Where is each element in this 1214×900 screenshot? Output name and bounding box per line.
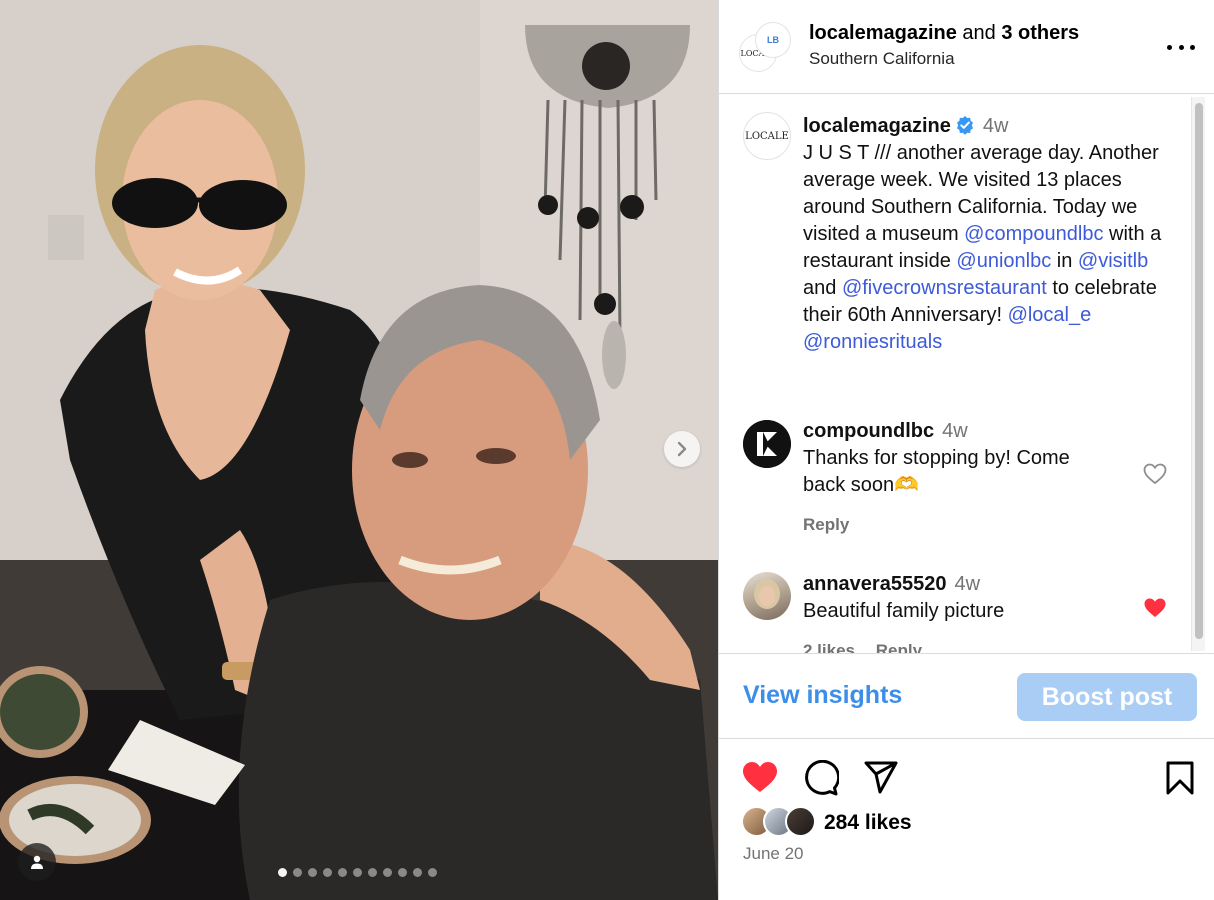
comment-icon[interactable] <box>803 760 839 796</box>
meta-separator <box>863 641 868 653</box>
user-tag-icon <box>31 855 43 869</box>
carousel-dot <box>383 868 392 877</box>
carousel-dot <box>413 868 422 877</box>
mention-link[interactable]: @visitlb <box>1078 250 1148 272</box>
verified-badge-icon <box>956 116 973 135</box>
comment-meta: Reply <box>803 511 1175 538</box>
carousel-dot <box>398 868 407 877</box>
comment-username[interactable]: annavera55520 <box>803 573 946 595</box>
photo-scene <box>0 0 718 900</box>
carousel-dot <box>323 868 332 877</box>
caption-avatar[interactable]: LOCALE <box>743 112 791 160</box>
tagged-users-button[interactable] <box>18 843 56 881</box>
annavera-photo <box>754 579 780 609</box>
likes-count[interactable]: 284 likes <box>824 811 912 835</box>
reply-button[interactable]: Reply <box>876 641 922 653</box>
mention-link[interactable]: @ronniesrituals <box>803 331 942 353</box>
caption-logo-text: LOCALE <box>745 130 789 142</box>
post-sidebar: LOCALE LB localemagazine and 3 others So… <box>718 0 1214 900</box>
carousel-dot <box>353 868 362 877</box>
carousel-dot <box>293 868 302 877</box>
mention-link[interactable]: @compoundlbc <box>964 223 1103 245</box>
carousel-dot <box>308 868 317 877</box>
collab-avatars[interactable]: LOCALE LB <box>739 22 793 74</box>
mention-link[interactable]: @fivecrownsrestaurant <box>842 277 1047 299</box>
commenter-avatar[interactable] <box>743 420 791 468</box>
caption-text-block: localemagazine 4w J U S T /// another av… <box>803 113 1175 356</box>
post-header: LOCALE LB localemagazine and 3 others So… <box>719 0 1214 94</box>
insights-bar: View insights Boost post <box>719 653 1214 739</box>
boost-post-button[interactable]: Boost post <box>1017 673 1197 721</box>
owner-username[interactable]: localemagazine <box>809 22 957 44</box>
collab-joiner: and <box>962 22 996 44</box>
comment-time: 4w <box>942 420 968 442</box>
view-insights-link[interactable]: View insights <box>743 681 902 710</box>
carousel-dot <box>368 868 377 877</box>
comments-scrollbar[interactable] <box>1191 97 1205 651</box>
comments-scroll-area[interactable]: LOCALE localemagazine 4w J U S T /// ano… <box>719 95 1214 653</box>
collab-logo-text: LB <box>767 35 779 45</box>
scrollbar-thumb[interactable] <box>1195 103 1203 639</box>
more-dot <box>1178 44 1184 50</box>
comment-body: annavera55520 4w Beautiful family picture… <box>803 571 1175 653</box>
caption-body: J U S T /// another average day. Another… <box>803 140 1175 356</box>
caption-time: 4w <box>982 115 1009 137</box>
comment-text: Beautiful family picture <box>803 600 1005 622</box>
comment-body: compoundlbc 4w Thanks for stopping by! Co… <box>803 418 1175 538</box>
location-link[interactable]: Southern California <box>809 49 955 69</box>
mention-link[interactable]: @local_e <box>1008 304 1092 326</box>
collab-avatar[interactable]: LB <box>755 22 791 58</box>
caption-text: in <box>1051 250 1078 272</box>
post-date: June 20 <box>743 844 804 863</box>
more-options-icon <box>1167 44 1172 50</box>
carousel-dot <box>338 868 347 877</box>
bookmark-icon[interactable] <box>1165 761 1195 795</box>
comment-liked-heart-icon[interactable] <box>1143 597 1167 619</box>
owner-line: localemagazine and 3 others <box>809 22 1079 45</box>
liker-avatars[interactable] <box>741 806 821 838</box>
comment-meta: 2 likes Reply <box>803 637 1175 653</box>
more-options-button[interactable] <box>1167 35 1195 59</box>
comment-username[interactable]: compoundlbc <box>803 420 934 442</box>
liker-avatar <box>785 806 816 837</box>
heart-icon[interactable] <box>741 760 779 794</box>
post-actions: 284 likes June 20 <box>719 740 1214 900</box>
caption-username[interactable]: localemagazine <box>803 115 951 137</box>
comment-text: Thanks for stopping by! Come back soon🫶 <box>803 447 1070 496</box>
caption-text: and <box>803 277 842 299</box>
compound-logo <box>743 420 791 468</box>
comment-likes[interactable]: 2 likes <box>803 641 855 653</box>
commenter-avatar[interactable] <box>743 572 791 620</box>
post-photo[interactable] <box>0 0 718 900</box>
mention-link[interactable]: @unionlbc <box>956 250 1051 272</box>
carousel-dot <box>278 868 287 877</box>
next-photo-button[interactable] <box>664 431 700 467</box>
comment-time: 4w <box>954 573 981 595</box>
collab-others-link[interactable]: 3 others <box>1001 22 1079 44</box>
more-dot <box>1190 44 1195 50</box>
reply-button[interactable]: Reply <box>803 515 849 534</box>
carousel-dot <box>428 868 437 877</box>
carousel-indicator <box>278 868 437 877</box>
comment-like-heart-icon[interactable] <box>1143 463 1167 485</box>
chevron-right-icon <box>677 441 687 457</box>
share-icon[interactable] <box>863 761 899 795</box>
